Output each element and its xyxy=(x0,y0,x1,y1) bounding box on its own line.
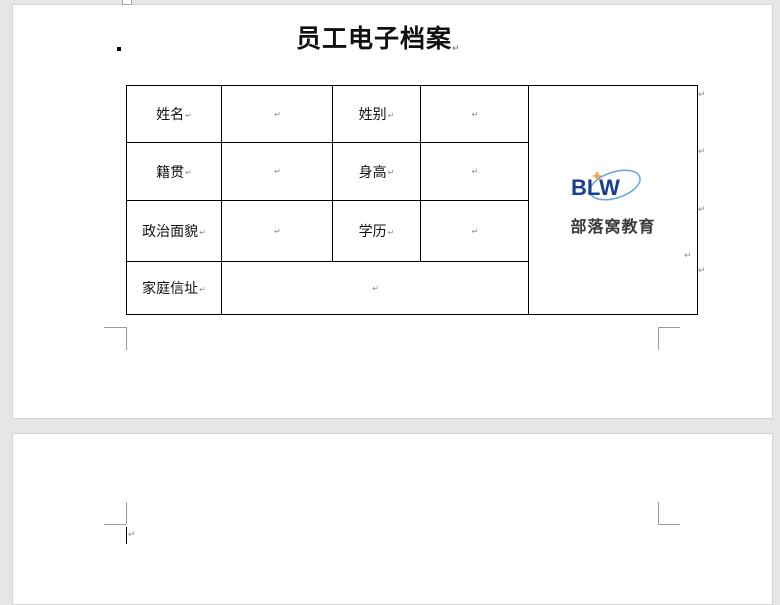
name-value-cell[interactable]: ↵ xyxy=(221,85,333,143)
svg-text:BLW: BLW xyxy=(571,175,620,200)
logo-text: 部落窝教育 xyxy=(570,217,656,236)
native-place-label-cell: 籍贯↵ xyxy=(126,142,222,201)
political-status-value-cell[interactable]: ↵ xyxy=(221,200,333,262)
company-logo: BLW 部落窝教育 xyxy=(529,163,697,237)
text-cursor xyxy=(126,527,127,544)
gender-value-cell[interactable]: ↵ xyxy=(420,85,529,143)
page-top-handle[interactable] xyxy=(122,0,132,5)
row-end-mark: ↵ xyxy=(698,90,706,100)
employee-info-table: 姓名↵ ↵ 姓别↵ ↵ BLW 部落窝教育 籍贯↵ ↵ 身高↵ ↵ 政治面貌↵ … xyxy=(126,85,698,315)
address-value-cell[interactable]: ↵ xyxy=(221,261,529,315)
height-value-cell[interactable]: ↵ xyxy=(420,142,529,201)
education-value-cell[interactable]: ↵ xyxy=(420,200,529,262)
row-end-mark: ↵ xyxy=(684,251,692,261)
photo-cell[interactable]: BLW 部落窝教育 xyxy=(528,85,698,315)
native-place-value-cell[interactable]: ↵ xyxy=(221,142,333,201)
bullet-mark xyxy=(117,47,121,51)
gender-label-cell: 姓别↵ xyxy=(332,85,421,143)
row-end-mark: ↵ xyxy=(698,266,706,276)
political-status-label-cell: 政治面貌↵ xyxy=(126,200,222,262)
document-title: 员工电子档案↵ xyxy=(296,24,461,54)
row-end-mark: ↵ xyxy=(698,147,706,157)
education-label-cell: 学历↵ xyxy=(332,200,421,262)
row-end-mark: ↵ xyxy=(698,205,706,215)
height-label-cell: 身高↵ xyxy=(332,142,421,201)
name-label-cell: 姓名↵ xyxy=(126,85,222,143)
paragraph-mark: ↵ xyxy=(128,530,136,540)
blw-logo-icon: BLW xyxy=(571,169,641,201)
address-label-cell: 家庭信址↵ xyxy=(126,261,222,315)
table-row: 姓名↵ ↵ 姓别↵ ↵ BLW 部落窝教育 xyxy=(126,85,698,315)
paragraph-mark: ↵ xyxy=(452,44,461,54)
